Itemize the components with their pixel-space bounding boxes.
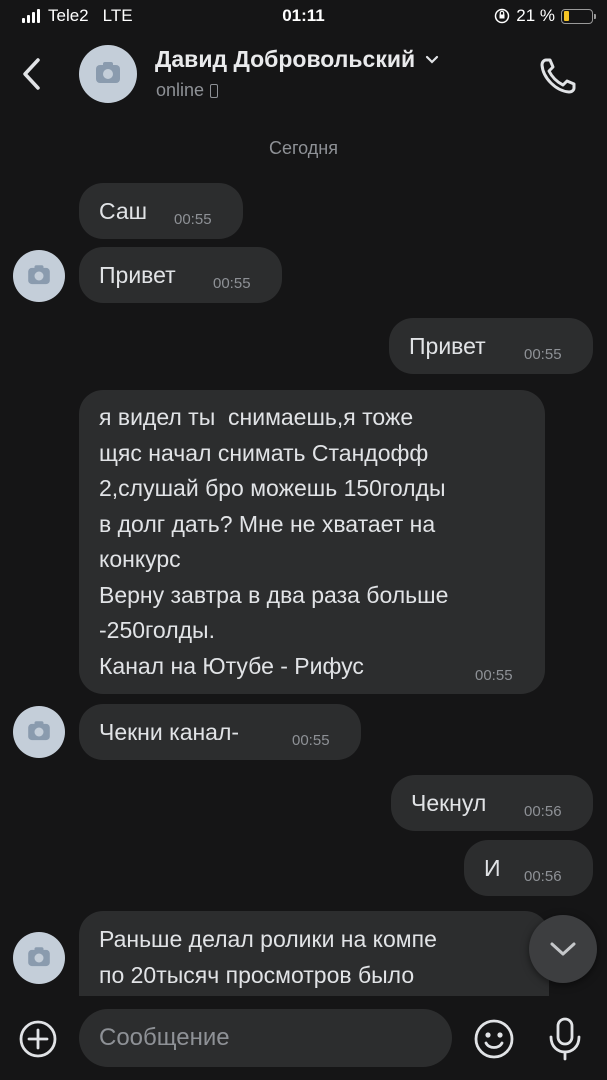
message-bubble-outgoing[interactable]: Чекнул 00:56 <box>391 775 593 831</box>
orientation-lock-icon <box>495 8 510 24</box>
battery-icon <box>561 8 596 24</box>
message-bubble-incoming[interactable]: Чекни канал- 00:55 <box>79 704 361 760</box>
composer-bar <box>0 996 607 1080</box>
sender-avatar[interactable] <box>13 932 65 984</box>
message-text: Привет <box>409 333 486 359</box>
scroll-down-icon <box>550 942 576 956</box>
chevron-down-icon <box>426 55 439 64</box>
message-bubble-incoming[interactable]: я видел ты снимаешь,я тоже щяс начал сни… <box>79 390 545 694</box>
sender-avatar[interactable] <box>13 250 65 302</box>
message-time: 00:55 <box>213 275 251 292</box>
contact-name[interactable]: Давид Добровольский <box>155 46 439 73</box>
emoji-icon[interactable] <box>473 1018 515 1060</box>
add-circle-icon[interactable] <box>18 1019 58 1059</box>
message-text: Привет <box>99 262 176 288</box>
phone-icon[interactable] <box>536 54 580 98</box>
battery-percent: 21 % <box>516 6 555 25</box>
message-time: 00:56 <box>524 868 562 885</box>
contact-name-label: Давид Добровольский <box>155 46 416 72</box>
chat-header: Давид Добровольский online <box>0 34 607 118</box>
contact-status-label: online <box>156 80 205 100</box>
message-time: 00:55 <box>292 732 330 749</box>
back-chevron-icon[interactable] <box>14 54 48 94</box>
mobile-device-icon <box>210 83 219 98</box>
message-time: 00:55 <box>174 211 212 228</box>
message-text: Чекни канал- <box>99 719 240 745</box>
contact-avatar[interactable] <box>79 45 137 103</box>
camera-placeholder-icon <box>28 721 50 741</box>
date-separator: Сегодня <box>269 138 338 158</box>
contact-status: online <box>156 80 219 101</box>
message-time: 00:55 <box>475 667 513 684</box>
message-text: И <box>484 855 501 881</box>
message-text: я видел ты снимаешь,я тоже щяс начал сни… <box>99 404 449 679</box>
microphone-icon[interactable] <box>546 1016 584 1062</box>
message-text: Саш <box>99 198 148 224</box>
message-time: 00:55 <box>524 346 562 363</box>
message-bubble-outgoing[interactable]: И 00:56 <box>464 840 593 896</box>
message-bubble-incoming[interactable]: Саш 00:55 <box>79 183 243 239</box>
message-text: Чекнул <box>411 790 487 816</box>
scroll-down-button[interactable] <box>529 915 597 983</box>
status-bar: Tele2 LTE 01:11 21 % <box>0 0 607 34</box>
sender-avatar[interactable] <box>13 706 65 758</box>
message-text: Раньше делал ролики на компе по 20тысяч … <box>99 926 437 988</box>
camera-placeholder-icon <box>28 265 50 285</box>
message-bubble-outgoing[interactable]: Привет 00:55 <box>389 318 593 374</box>
message-bubble-incoming[interactable]: Привет 00:55 <box>79 247 282 303</box>
camera-placeholder-icon <box>28 947 50 967</box>
camera-placeholder-icon <box>96 62 120 83</box>
message-input[interactable] <box>79 1009 452 1067</box>
message-time: 00:56 <box>524 803 562 820</box>
